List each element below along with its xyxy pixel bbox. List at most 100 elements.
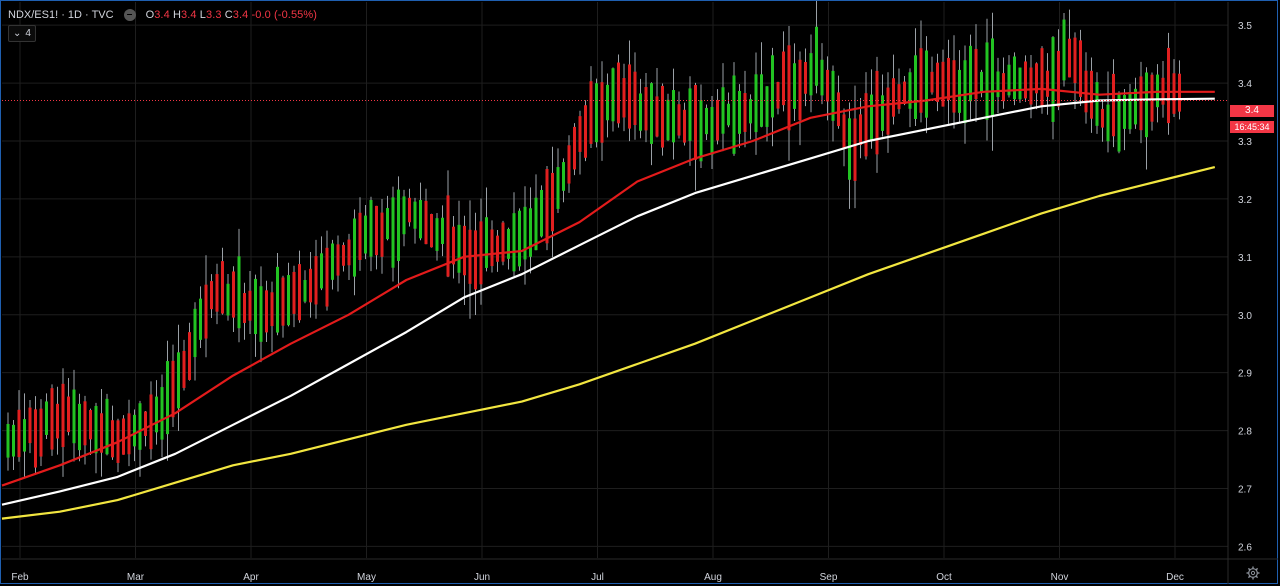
candle <box>342 242 345 272</box>
candle <box>589 66 593 149</box>
candle <box>672 68 675 160</box>
candle <box>633 52 637 140</box>
indicators-toggle[interactable]: ⌄ 4 <box>8 25 36 42</box>
candle <box>936 53 939 112</box>
candle-body <box>1046 70 1049 97</box>
candle-body <box>397 189 400 261</box>
candle <box>1035 62 1038 110</box>
candle <box>309 252 312 318</box>
candle <box>424 188 428 245</box>
candle-body <box>1062 19 1066 81</box>
candle-body <box>342 244 345 266</box>
candle-body <box>56 403 59 439</box>
candle <box>138 400 142 477</box>
candle-body <box>974 48 978 100</box>
candle <box>1002 57 1005 109</box>
candle-body <box>512 213 516 272</box>
gear-icon[interactable] <box>1246 566 1260 580</box>
y-tick-label: 3.1 <box>1238 253 1252 264</box>
candle <box>892 54 895 125</box>
candle-body <box>237 256 241 329</box>
candle-body <box>886 87 890 135</box>
candle-body <box>622 78 626 118</box>
candle-body <box>1073 37 1077 84</box>
candle <box>600 61 604 161</box>
candle <box>254 274 257 357</box>
candle-body <box>149 394 153 450</box>
countdown-badge: 16:45:34 <box>1230 121 1274 133</box>
candle-body <box>661 85 664 148</box>
candle-body <box>78 403 81 451</box>
candle-body <box>94 405 98 454</box>
candle-body <box>111 420 114 458</box>
symbol-title[interactable]: NDX/ES1! · 1D · TVC <box>8 9 114 21</box>
candle-body <box>1172 73 1176 114</box>
candle <box>386 195 389 241</box>
candle-body <box>221 261 224 314</box>
candle <box>23 393 26 479</box>
candle <box>573 123 576 176</box>
candle-body <box>633 71 637 126</box>
candle <box>281 275 285 338</box>
candle <box>100 389 103 477</box>
moving-average-red <box>1 87 1215 487</box>
candle-body <box>870 94 873 141</box>
candle-body <box>567 145 571 184</box>
candle <box>551 146 554 258</box>
candle <box>584 100 587 162</box>
candle-body <box>776 81 780 109</box>
candle <box>1079 29 1082 107</box>
price-chart[interactable]: 3.5 3.4 3.3 3.2 3.1 3.0 2.9 2.8 2.7 2.6 Feb Mar Apr… <box>0 0 1280 586</box>
minus-icon[interactable]: – <box>123 9 136 21</box>
candle <box>1024 55 1027 102</box>
candle-body <box>287 275 290 326</box>
candle-body <box>501 222 505 262</box>
candle-body <box>270 292 274 327</box>
candle <box>771 47 774 147</box>
candle <box>72 369 76 462</box>
candle <box>831 65 835 142</box>
candle-body <box>991 38 994 117</box>
candle <box>815 0 818 94</box>
candle-body <box>578 116 582 152</box>
candle-body <box>947 57 950 100</box>
candle <box>380 198 384 274</box>
candle <box>765 86 769 142</box>
candle <box>1018 67 1022 103</box>
candle <box>914 28 917 126</box>
y-tick-label: 2.9 <box>1238 369 1252 380</box>
candle <box>56 386 59 455</box>
candle-body <box>28 407 32 444</box>
x-tick-label: Apr <box>243 572 259 583</box>
symbol-legend: NDX/ES1! · 1D · TVC – O3.4 H3.4 L3.3 C3.… <box>8 7 317 23</box>
candle-body <box>705 107 708 135</box>
candle-body <box>358 212 362 260</box>
candle <box>694 82 697 191</box>
candle <box>842 108 846 167</box>
candle <box>562 158 565 203</box>
candle-body <box>518 210 521 267</box>
candle <box>628 40 631 142</box>
candle-body <box>336 244 340 276</box>
candle-body <box>292 271 296 314</box>
candle-body <box>556 167 560 209</box>
candle <box>287 262 290 327</box>
y-tick-label: 3.2 <box>1238 195 1252 206</box>
candle <box>952 35 956 129</box>
candle-body <box>248 290 252 321</box>
candle <box>116 418 120 473</box>
y-tick-label: 2.8 <box>1238 427 1252 438</box>
y-tick-label: 2.6 <box>1238 542 1252 553</box>
candle <box>864 72 868 160</box>
candle-body <box>1117 93 1121 152</box>
candle-body <box>100 413 103 453</box>
candle <box>1068 9 1071 78</box>
candle-body <box>793 63 796 109</box>
candle-body <box>23 419 26 452</box>
candle-body <box>127 413 131 455</box>
price-axis: 3.5 3.4 3.3 3.2 3.1 3.0 2.9 2.8 2.7 2.6 <box>1227 2 1252 584</box>
candle-body <box>562 162 565 191</box>
candle-body <box>298 264 301 321</box>
candle <box>947 39 950 124</box>
candle-body <box>584 105 587 158</box>
